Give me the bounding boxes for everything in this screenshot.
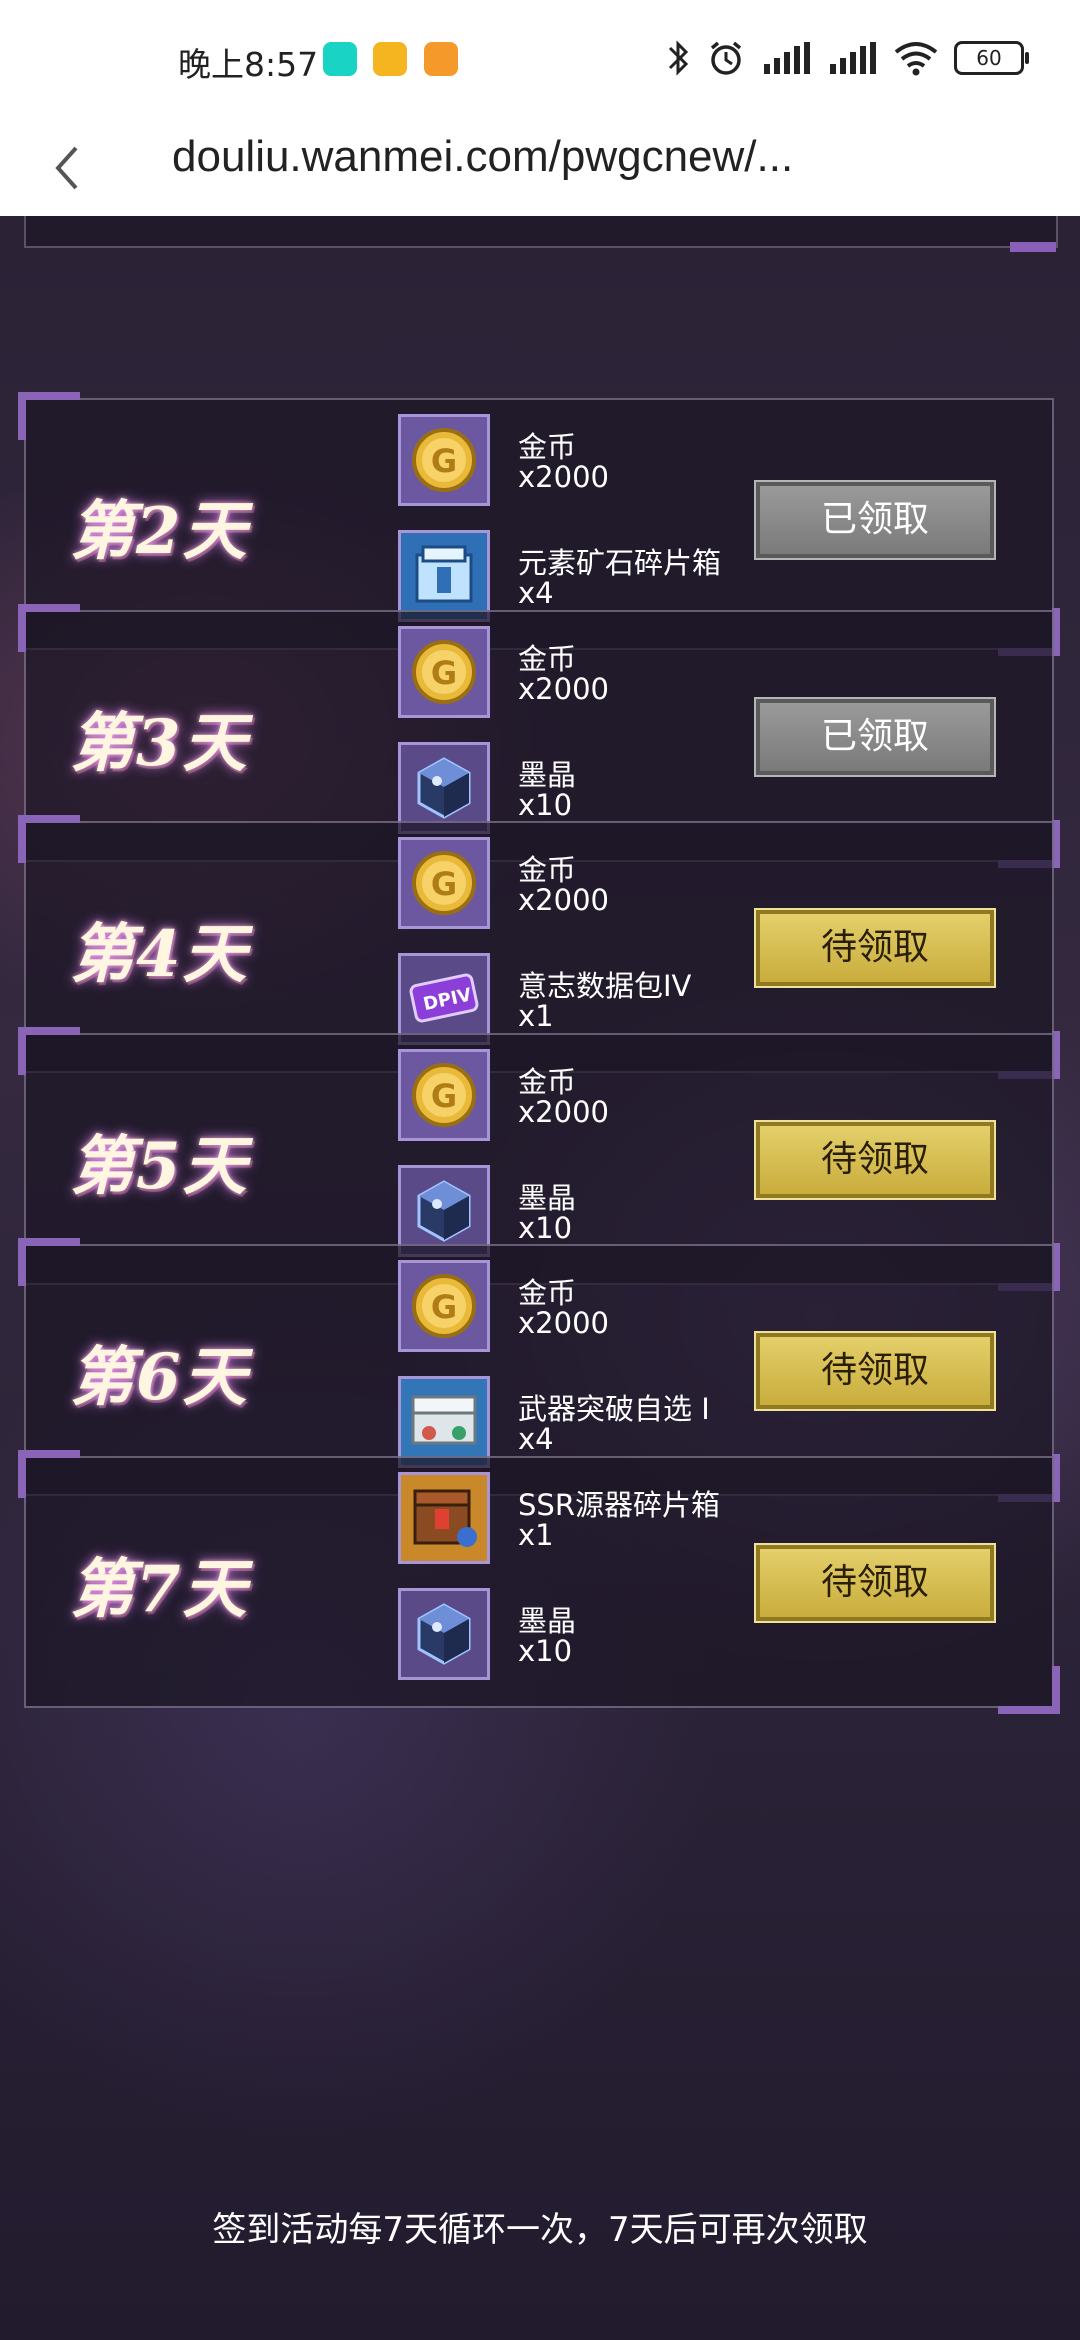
signal-hd-icon (764, 42, 810, 74)
reward-quantity: x2000 (518, 460, 609, 494)
data-pack-icon[interactable]: DPIV (398, 953, 490, 1045)
ore-box-icon[interactable] (398, 530, 490, 622)
gold-coin-icon[interactable]: G (398, 837, 490, 929)
gold-coin-icon[interactable]: G (398, 414, 490, 506)
day-title: 第4天 (70, 917, 249, 992)
gold-coin-icon[interactable]: G (398, 1049, 490, 1141)
url-field[interactable]: douliu.wanmei.com/pwgcnew/... (172, 132, 793, 182)
day-card: 第7天 SSR源器碎片箱 x1 墨晶 x10 待领取 (18, 1450, 1060, 1714)
svg-text:G: G (431, 442, 457, 480)
status-time: 晚上8:57 (178, 45, 319, 84)
system-icons: 60 (666, 36, 1029, 80)
day-title: 第2天 (70, 494, 249, 569)
signal-hd-icon (830, 42, 876, 74)
claim-button[interactable]: 待领取 (754, 1331, 996, 1411)
svg-text:G: G (431, 1077, 457, 1115)
svg-text:G: G (431, 654, 457, 692)
reward-quantity: x1 (518, 999, 554, 1033)
app-notification-icon (373, 42, 407, 76)
gold-coin-icon[interactable]: G (398, 1260, 490, 1352)
reward-quantity: x4 (518, 576, 554, 610)
corner-decoration (18, 1450, 80, 1498)
corner-decoration (18, 1027, 80, 1075)
svg-text:G: G (431, 1288, 457, 1326)
claim-button[interactable]: 待领取 (754, 1120, 996, 1200)
gold-coin-icon[interactable]: G (398, 626, 490, 718)
battery-icon: 60 (954, 41, 1029, 75)
reward-quantity: x2000 (518, 1306, 609, 1340)
address-bar: douliu.wanmei.com/pwgcnew/... (0, 120, 1080, 216)
cycle-note: 签到活动每7天循环一次，7天后可再次领取 (212, 2210, 868, 2250)
reward-quantity: x10 (518, 1211, 573, 1245)
app-notification-icon (424, 42, 458, 76)
bluetooth-icon (668, 40, 689, 76)
reward-quantity: x2000 (518, 672, 609, 706)
back-arrow-icon[interactable] (44, 138, 88, 198)
wifi-icon (894, 42, 938, 76)
day-title: 第6天 (70, 1340, 249, 1415)
reward-quantity: x4 (518, 1422, 554, 1456)
alarm-icon (710, 41, 742, 75)
claimed-button[interactable]: 已领取 (754, 480, 996, 560)
day-title: 第5天 (70, 1129, 249, 1204)
browser-chrome: 晚上8:57 60 douliu.wanmei.com/pwgcnew/... (0, 0, 1080, 216)
svg-text:G: G (431, 865, 457, 903)
previous-day-card (24, 216, 1058, 252)
corner-decoration (18, 392, 80, 440)
claim-button[interactable]: 待领取 (754, 1543, 996, 1623)
weapon-chest-icon[interactable] (398, 1376, 490, 1468)
app-notification-icon (323, 42, 357, 76)
status-bar: 晚上8:57 60 (0, 0, 1080, 120)
claimed-button[interactable]: 已领取 (754, 697, 996, 777)
corner-decoration (18, 604, 80, 652)
day-title: 第3天 (70, 706, 249, 781)
reward-quantity: x10 (518, 788, 573, 822)
reward-quantity: x2000 (518, 1095, 609, 1129)
day-title: 第7天 (70, 1552, 249, 1627)
claim-button[interactable]: 待领取 (754, 908, 996, 988)
reward-quantity: x1 (518, 1518, 554, 1552)
signin-activity-page: 第2天 G 金币 x2000 元素矿石碎片箱 x4 已领取 第3天 G 金币 x2000 墨晶 x10 已… (0, 216, 1080, 2340)
corner-decoration (998, 1666, 1060, 1714)
ssr-box-icon[interactable] (398, 1472, 490, 1564)
corner-decoration (18, 1238, 80, 1286)
reward-quantity: x10 (518, 1634, 573, 1668)
corner-decoration (18, 815, 80, 863)
reward-quantity: x2000 (518, 883, 609, 917)
ink-crystal-icon[interactable] (398, 1588, 490, 1680)
